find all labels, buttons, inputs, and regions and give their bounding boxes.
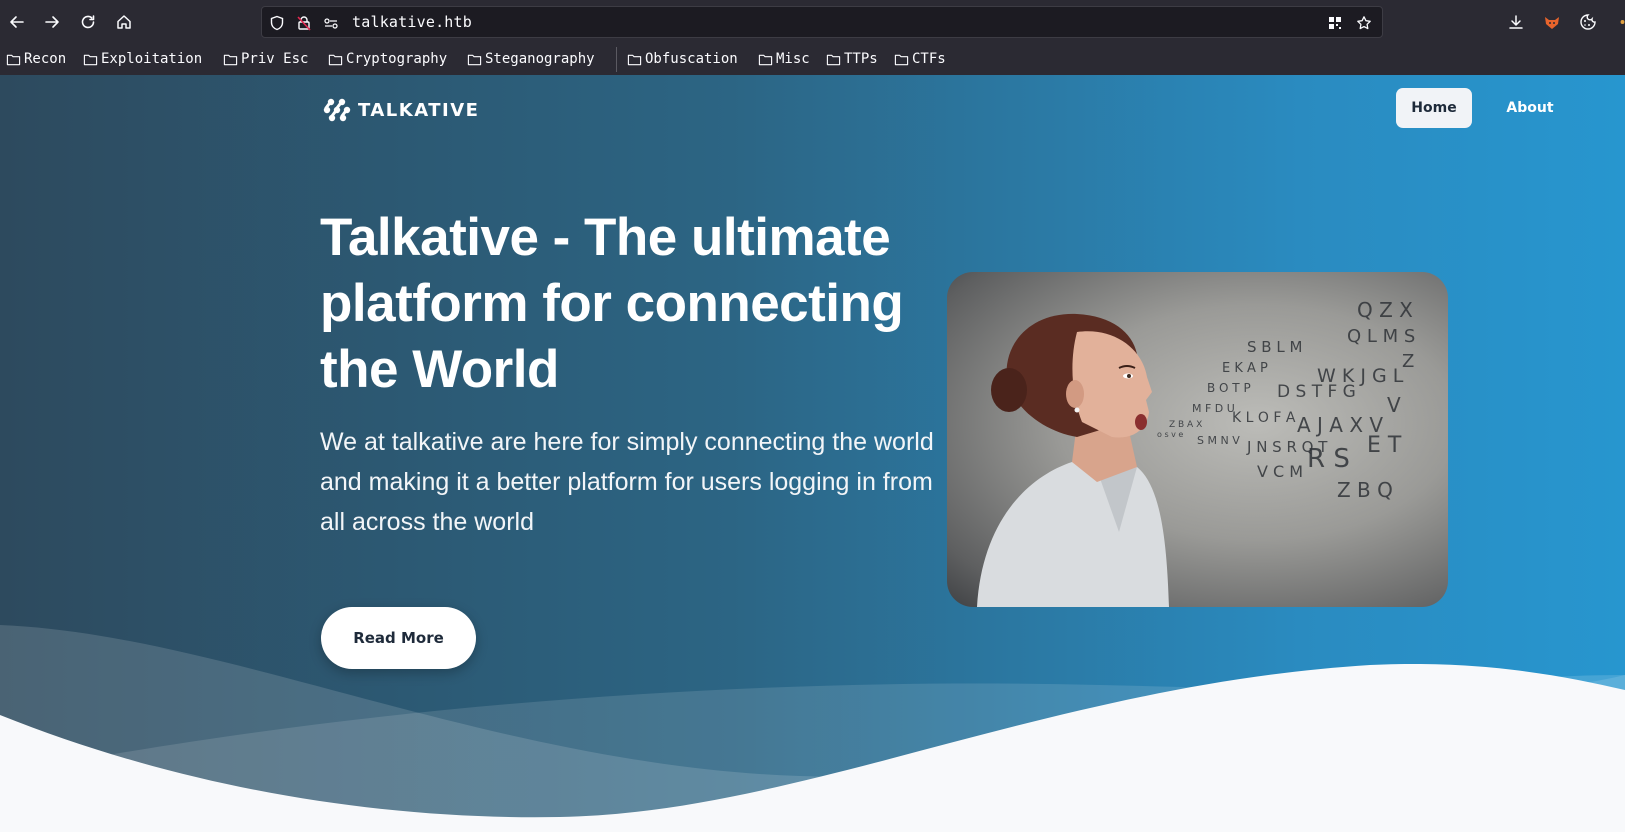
woman-speaking-letters-photo: o s v e Z B A X M F D U S M N V B O T P …	[977, 298, 1415, 607]
folder-icon	[223, 54, 238, 65]
bookmark-label: Cryptography	[346, 51, 448, 67]
extension-icon	[1620, 20, 1625, 24]
folder-icon	[627, 54, 642, 65]
svg-text:B O T P: B O T P	[1207, 381, 1251, 395]
svg-text:Z B Q: Z B Q	[1337, 478, 1393, 502]
bookmark-label: TTPs	[844, 51, 878, 67]
bookmarks-separator	[616, 47, 617, 72]
hero-image: o s v e Z B A X M F D U S M N V B O T P …	[947, 272, 1448, 607]
back-button[interactable]	[3, 8, 31, 36]
svg-text:Z: Z	[1402, 351, 1414, 372]
bookmark-folder-ttps[interactable]: TTPs	[826, 49, 878, 69]
nav-link-about[interactable]: About	[1494, 88, 1566, 128]
fox-icon	[1545, 17, 1559, 29]
bookmark-label: Misc	[776, 51, 810, 67]
bookmark-label: Obfuscation	[645, 51, 738, 67]
svg-text:S B L M: S B L M	[1247, 338, 1302, 356]
folder-icon	[328, 54, 343, 65]
extension-foxyproxy-button[interactable]	[1538, 8, 1566, 36]
insecure-lock-icon[interactable]	[294, 13, 314, 33]
brand-logo-icon	[323, 98, 351, 122]
bookmark-folder-obfuscation[interactable]: Obfuscation	[627, 49, 738, 69]
site-permissions-icon[interactable]	[321, 13, 341, 33]
url-text[interactable]: talkative.htb	[352, 13, 472, 31]
svg-text:W K J G L: W K J G L	[1317, 365, 1404, 387]
arrow-right-icon	[45, 16, 59, 28]
bookmark-folder-recon[interactable]: Recon	[6, 49, 66, 69]
svg-text:E T: E T	[1367, 433, 1402, 458]
bookmarks-bar: Recon Exploitation Priv Esc Cryptography…	[0, 44, 1625, 75]
extension-overflow-button[interactable]	[1606, 8, 1625, 36]
hero-title: Talkative - The ultimate platform for co…	[320, 208, 904, 399]
downloads-button[interactable]	[1502, 8, 1530, 36]
svg-text:Q L M S: Q L M S	[1347, 326, 1415, 347]
svg-text:o s v e: o s v e	[1157, 430, 1183, 439]
url-bar[interactable]: talkative.htb	[261, 6, 1383, 38]
bookmark-folder-misc[interactable]: Misc	[758, 49, 810, 69]
bookmark-label: CTFs	[912, 51, 946, 67]
bookmark-folder-cryptography[interactable]: Cryptography	[328, 49, 447, 69]
shield-icon[interactable]	[267, 13, 287, 33]
reload-button[interactable]	[74, 8, 102, 36]
folder-icon	[467, 54, 482, 65]
folder-icon	[894, 54, 909, 65]
svg-text:M F D U: M F D U	[1192, 402, 1235, 415]
bookmark-label: Steganography	[485, 51, 595, 67]
arrow-left-icon	[10, 16, 24, 28]
brand-logo[interactable]: TALKATIVE	[322, 94, 479, 126]
bookmark-star-icon[interactable]	[1354, 13, 1374, 33]
svg-text:Q Z X: Q Z X	[1357, 298, 1413, 322]
browser-toolbar: talkative.htb	[0, 0, 1625, 42]
svg-text:E K A P: E K A P	[1222, 361, 1268, 376]
browser-chrome: talkative.htb Recon Exploitation Priv Es…	[0, 0, 1625, 75]
cookie-icon	[1580, 14, 1596, 30]
download-icon	[1509, 15, 1523, 29]
bookmark-folder-ctfs[interactable]: CTFs	[894, 49, 946, 69]
svg-text:K L O F A: K L O F A	[1232, 410, 1296, 426]
svg-text:S M N V: S M N V	[1197, 434, 1240, 447]
brand-name: TALKATIVE	[358, 99, 480, 121]
reload-icon	[81, 15, 95, 29]
home-icon	[117, 15, 131, 29]
home-button[interactable]	[110, 8, 138, 36]
folder-icon	[6, 54, 21, 65]
forward-button[interactable]	[38, 8, 66, 36]
hero-description: We at talkative are here for simply conn…	[320, 428, 934, 536]
svg-text:R S: R S	[1307, 444, 1350, 474]
svg-text:V: V	[1387, 393, 1401, 417]
bookmark-label: Priv Esc	[241, 51, 309, 67]
bookmark-folder-steganography[interactable]: Steganography	[467, 49, 595, 69]
qr-code-icon[interactable]	[1325, 13, 1345, 33]
folder-icon	[83, 54, 98, 65]
bookmark-folder-priv-esc[interactable]: Priv Esc	[223, 49, 308, 69]
read-more-button[interactable]: Read More	[321, 607, 476, 669]
nav-link-home[interactable]: Home	[1396, 88, 1472, 128]
extension-cookie-button[interactable]	[1574, 8, 1602, 36]
webpage: TALKATIVE Home About Talkative - The ult…	[0, 75, 1625, 832]
svg-text:Z B A X: Z B A X	[1169, 420, 1202, 430]
folder-icon	[826, 54, 841, 65]
bookmark-label: Exploitation	[101, 51, 203, 67]
bookmark-folder-exploitation[interactable]: Exploitation	[83, 49, 202, 69]
bookmark-label: Recon	[24, 51, 67, 67]
folder-icon	[758, 54, 773, 65]
svg-text:V C M: V C M	[1257, 462, 1303, 481]
